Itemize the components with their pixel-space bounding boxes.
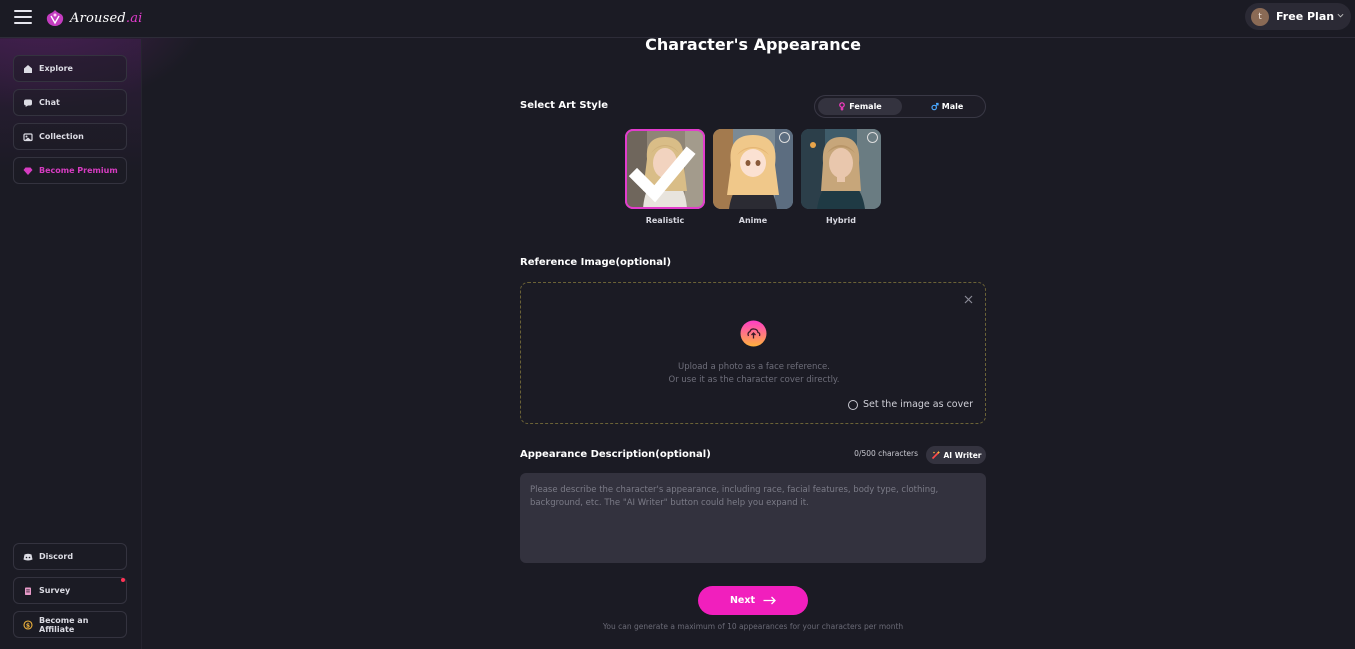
radio-icon — [779, 132, 790, 143]
discord-icon — [23, 553, 33, 560]
character-counter: 0/500 characters — [854, 449, 918, 458]
plan-dropdown[interactable]: t Free Plan — [1245, 3, 1351, 30]
sidebar-item-label: Survey — [39, 586, 71, 595]
art-style-anime[interactable] — [713, 129, 793, 209]
sidebar-item-discord[interactable]: Discord — [13, 543, 127, 570]
ai-writer-button[interactable]: AI Writer — [926, 446, 986, 464]
home-icon — [24, 64, 32, 73]
art-style-realistic[interactable] — [625, 129, 705, 209]
sidebar-item-explore[interactable]: Explore — [13, 55, 127, 82]
reference-upload-dropzone[interactable]: Upload a photo as a face reference. Or u… — [520, 282, 986, 424]
menu-icon[interactable] — [14, 10, 32, 24]
svg-text:$: $ — [26, 622, 30, 629]
top-bar: Aroused.ai t Free Plan — [0, 0, 1355, 38]
art-style-label-realistic: Realistic — [645, 216, 685, 225]
male-icon — [931, 102, 939, 111]
radio-icon[interactable] — [847, 399, 858, 410]
plan-label: Free Plan — [1276, 10, 1335, 23]
survey-icon — [25, 587, 31, 595]
sidebar-item-premium[interactable]: Become Premium — [13, 157, 127, 184]
chat-icon — [24, 99, 32, 107]
appearance-description-label: Appearance Description(optional) — [520, 449, 711, 460]
magic-wand-icon — [931, 450, 940, 460]
upload-hint-line2: Or use it as the character cover directl… — [668, 375, 840, 385]
female-toggle-button[interactable]: Female — [818, 98, 902, 115]
diamond-icon — [23, 167, 33, 175]
art-style-label-hybrid: Hybrid — [825, 216, 857, 225]
female-icon — [839, 102, 846, 111]
sidebar-item-label: Discord — [39, 552, 74, 561]
next-button[interactable]: Next — [698, 586, 808, 615]
next-label: Next — [729, 595, 756, 606]
gender-toggle: Female Male — [814, 95, 986, 118]
art-style-hybrid[interactable] — [801, 129, 881, 209]
art-style-label-anime: Anime — [738, 216, 768, 225]
set-cover-label: Set the image as cover — [862, 399, 973, 410]
sidebar-item-label: Become Premium — [39, 166, 118, 175]
logo-mark-icon — [46, 10, 64, 26]
chevron-down-icon — [1337, 13, 1344, 18]
upload-icon — [740, 320, 767, 347]
sidebar-item-affiliate[interactable]: $ Become an Affiliate — [13, 611, 127, 638]
notification-dot — [121, 578, 125, 582]
sidebar-item-label: Chat — [39, 98, 60, 107]
sidebar-item-survey[interactable]: Survey — [13, 577, 127, 604]
avatar: t — [1251, 7, 1269, 26]
sidebar-item-collection[interactable]: Collection — [13, 123, 127, 150]
generation-limit-note: You can generate a maximum of 10 appeara… — [602, 622, 904, 631]
logo-text: Aroused.ai — [70, 10, 143, 26]
arrow-right-icon — [763, 596, 776, 605]
sidebar-item-label: Collection — [39, 132, 84, 141]
logo[interactable]: Aroused.ai — [44, 8, 143, 28]
collection-icon — [23, 132, 33, 141]
art-style-label: Select Art Style — [520, 100, 609, 111]
upload-hint-line1: Upload a photo as a face reference. — [678, 362, 830, 372]
set-cover-option[interactable]: Set the image as cover — [847, 399, 973, 410]
appearance-description-textarea[interactable] — [520, 473, 986, 563]
sidebar-item-label: Become an Affiliate — [39, 615, 89, 634]
close-icon[interactable] — [964, 295, 973, 304]
male-toggle-button[interactable]: Male — [911, 98, 983, 115]
sidebar: Explore Chat Collection Become Premium D… — [0, 39, 142, 649]
dollar-icon: $ — [23, 619, 33, 630]
reference-image-label: Reference Image(optional) — [520, 257, 672, 268]
sidebar-item-label: Explore — [39, 64, 73, 73]
radio-icon — [867, 132, 878, 143]
checkmark-icon — [628, 146, 696, 203]
page-title: Character's Appearance — [645, 35, 861, 54]
sidebar-item-chat[interactable]: Chat — [13, 89, 127, 116]
